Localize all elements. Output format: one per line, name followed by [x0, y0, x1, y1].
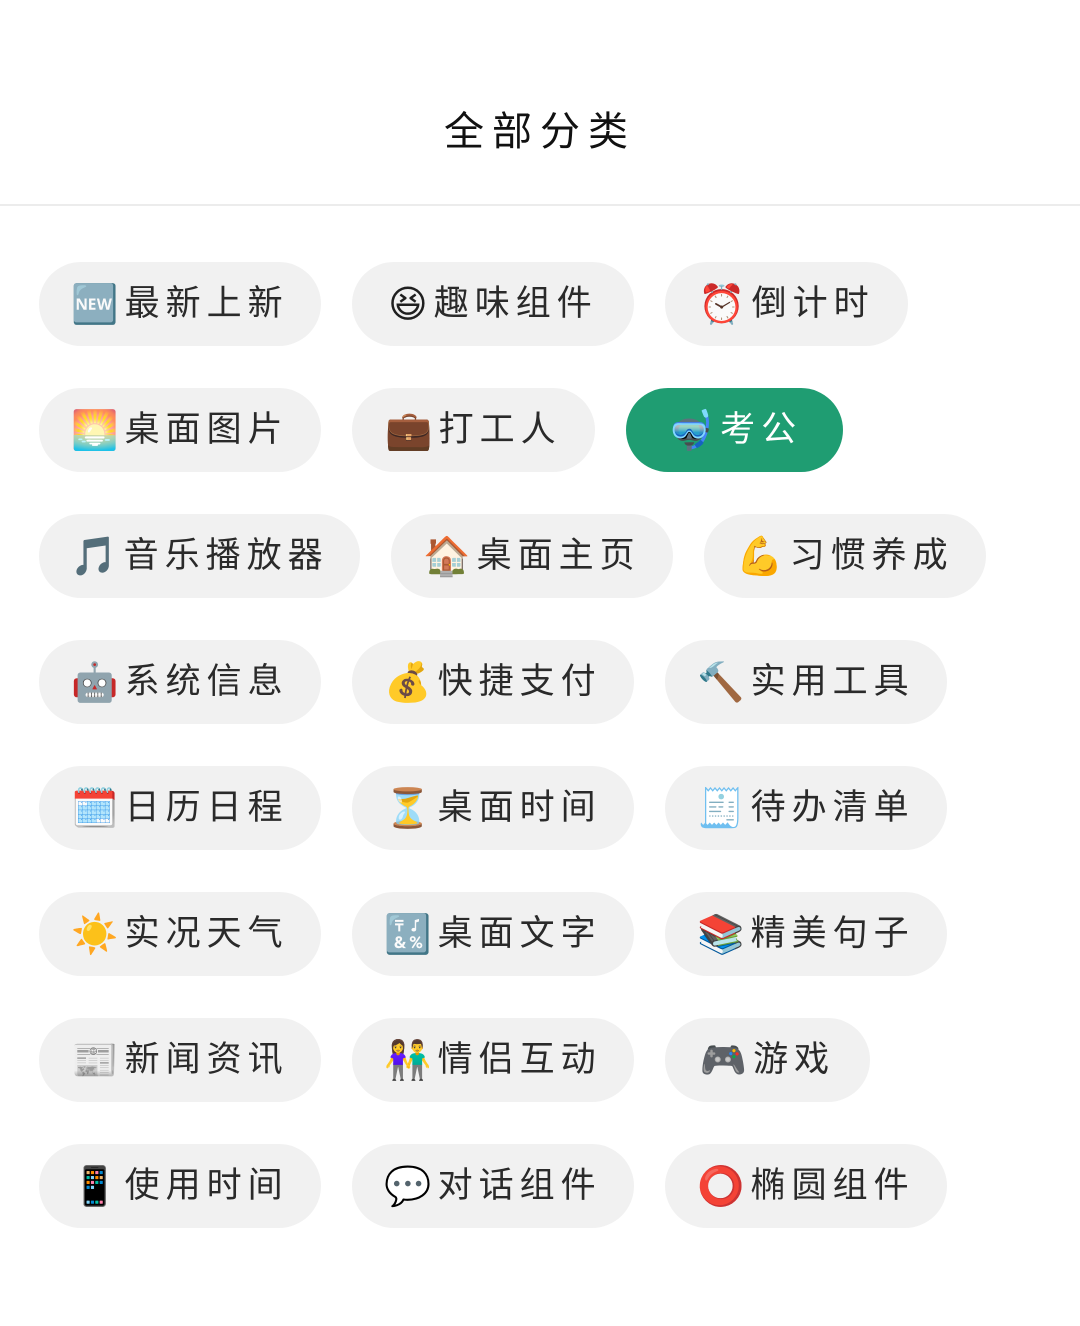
category-label: 桌面文字	[437, 914, 602, 954]
category-label: 倒计时	[751, 284, 875, 324]
category-chip-habit[interactable]: 💪 习惯养成	[704, 514, 986, 598]
laughing-face-icon: 😆	[388, 282, 428, 326]
sunrise-icon: 🌅	[71, 408, 119, 452]
category-label: 椭圆组件	[750, 1166, 915, 1206]
category-label: 习惯养成	[789, 536, 954, 576]
briefcase-icon: 💼	[385, 408, 433, 452]
category-chip-civil-exam-selected[interactable]: 🤿 考公	[626, 388, 843, 472]
category-label: 精美句子	[750, 914, 915, 954]
sun-icon: ☀️	[71, 912, 119, 956]
category-label: 考公	[720, 410, 803, 450]
category-chip-system-info[interactable]: 🤖 系统信息	[39, 640, 321, 724]
category-label: 使用时间	[124, 1166, 289, 1206]
category-chip-chat-widgets[interactable]: 💬 对话组件	[352, 1144, 634, 1228]
category-chip-weather[interactable]: ☀️ 实况天气	[39, 892, 321, 976]
category-chip-desktop-time[interactable]: ⏳ 桌面时间	[352, 766, 634, 850]
category-chip-couples[interactable]: 👫 情侣互动	[352, 1018, 634, 1102]
category-label: 对话组件	[437, 1166, 602, 1206]
category-chip-music-player[interactable]: 🎵 音乐播放器	[39, 514, 360, 598]
house-icon: 🏠	[423, 534, 471, 578]
category-chip-usage-time[interactable]: 📱 使用时间	[39, 1144, 321, 1228]
new-icon: 🆕	[71, 282, 119, 326]
category-label: 桌面时间	[437, 788, 602, 828]
calendar-icon: 🗓️	[71, 786, 119, 830]
category-label: 桌面主页	[476, 536, 641, 576]
category-chip-ellipse-widgets[interactable]: ⭕ 椭圆组件	[665, 1144, 947, 1228]
category-label: 日历日程	[124, 788, 289, 828]
category-label: 实用工具	[750, 662, 915, 702]
money-bag-icon: 💰	[384, 660, 432, 704]
category-chip-tools[interactable]: 🔨 实用工具	[665, 640, 947, 724]
category-chip-worker[interactable]: 💼 打工人	[352, 388, 595, 472]
category-chip-fun-widgets[interactable]: 😆 趣味组件	[352, 262, 634, 346]
category-label: 打工人	[438, 410, 562, 450]
music-note-icon: 🎵	[70, 534, 118, 578]
category-chip-news[interactable]: 📰 新闻资讯	[39, 1018, 321, 1102]
category-label: 新闻资讯	[124, 1040, 289, 1080]
category-chip-latest[interactable]: 🆕 最新上新	[39, 262, 321, 346]
category-chip-games[interactable]: 🎮 游戏	[665, 1018, 870, 1102]
category-grid: 🆕 最新上新 😆 趣味组件 ⏰ 倒计时 🌅 桌面图片 💼 打工人 🤿 考公 🎵 …	[0, 0, 1080, 1326]
newspaper-icon: 📰	[71, 1038, 119, 1082]
flexed-biceps-icon: 💪	[736, 534, 784, 578]
category-label: 快捷支付	[437, 662, 602, 702]
category-chip-quotes[interactable]: 📚 精美句子	[665, 892, 947, 976]
category-label: 系统信息	[124, 662, 289, 702]
category-chip-desktop-images[interactable]: 🌅 桌面图片	[39, 388, 321, 472]
category-chip-calendar[interactable]: 🗓️ 日历日程	[39, 766, 321, 850]
hammer-icon: 🔨	[697, 660, 745, 704]
category-label: 待办清单	[750, 788, 915, 828]
receipt-icon: 🧾	[697, 786, 745, 830]
couple-icon: 👫	[384, 1038, 432, 1082]
category-label: 情侣互动	[437, 1040, 602, 1080]
robot-icon: 🤖	[71, 660, 119, 704]
hollow-circle-icon: ⭕	[697, 1164, 745, 1208]
category-chip-countdown[interactable]: ⏰ 倒计时	[665, 262, 908, 346]
diving-mask-icon: 🤿	[666, 408, 715, 452]
category-chip-desktop-text[interactable]: 🔣 桌面文字	[352, 892, 634, 976]
hourglass-icon: ⏳	[384, 786, 432, 830]
category-chip-desktop-home[interactable]: 🏠 桌面主页	[391, 514, 673, 598]
category-label: 趣味组件	[433, 284, 598, 324]
category-label: 音乐播放器	[123, 536, 329, 576]
mobile-phone-icon: 📱	[71, 1164, 119, 1208]
category-chip-todo[interactable]: 🧾 待办清单	[665, 766, 947, 850]
game-controller-icon: 🎮	[699, 1038, 748, 1082]
category-label: 游戏	[753, 1040, 836, 1080]
category-label: 实况天气	[124, 914, 289, 954]
books-icon: 📚	[697, 912, 745, 956]
alarm-clock-icon: ⏰	[698, 282, 746, 326]
category-label: 桌面图片	[124, 410, 289, 450]
speech-bubble-icon: 💬	[384, 1164, 432, 1208]
symbols-icon: 🔣	[384, 912, 432, 956]
category-chip-quick-pay[interactable]: 💰 快捷支付	[352, 640, 634, 724]
category-label: 最新上新	[124, 284, 289, 324]
